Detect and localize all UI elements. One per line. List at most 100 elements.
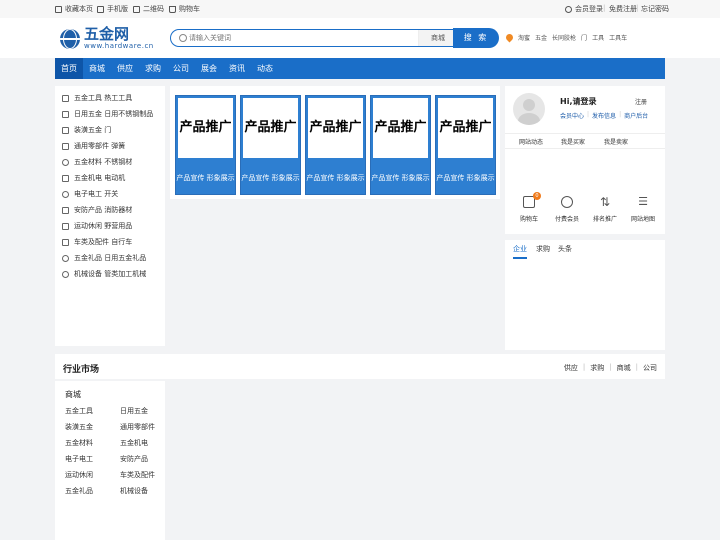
news-panel: 企业 求购 头条 — [505, 240, 665, 350]
category-item[interactable]: 机械设备 管类加工机械 — [62, 269, 146, 279]
tab-seller[interactable]: 我是卖家 — [604, 137, 628, 146]
category-item[interactable]: 五金工具 热工工具 — [62, 93, 132, 103]
ad-card[interactable]: 产品推广 产品宣传 形象展示 — [370, 95, 431, 195]
category-item[interactable]: 五金礼品 日用五金礼品 — [62, 253, 146, 263]
login-greeting[interactable]: Hi,请登录 — [560, 96, 596, 107]
tab-enterprise[interactable]: 企业 — [513, 244, 527, 259]
tab-site-news[interactable]: 网站动态 — [519, 137, 543, 146]
nav-exhibition[interactable]: 展会 — [195, 58, 223, 79]
ad-card[interactable]: 产品推广 产品宣传 形象展示 — [175, 95, 236, 195]
search-icon — [179, 34, 187, 42]
ad-title: 产品推广 — [373, 98, 428, 158]
hotword[interactable]: 五金 — [535, 33, 547, 42]
cart-link[interactable]: 购物车 — [169, 4, 200, 14]
vip-icon — [561, 196, 573, 208]
ad-card[interactable]: 产品推广 产品宣传 形象展示 — [305, 95, 366, 195]
search-category-select[interactable]: 商城 — [418, 30, 457, 46]
member-center-link[interactable]: 会员中心 — [560, 111, 584, 120]
publish-link[interactable]: 发布信息 — [592, 111, 616, 120]
hotword[interactable]: 工具 — [592, 33, 604, 42]
quick-paid-member[interactable]: 付费会员 — [549, 196, 585, 223]
favorite-link[interactable]: 收藏本页 — [55, 4, 93, 14]
nav-mall[interactable]: 商城 — [83, 58, 111, 79]
tab-buyer[interactable]: 我是买家 — [561, 137, 585, 146]
tab-headline[interactable]: 头条 — [558, 244, 572, 254]
user-panel: Hi,请登录 注册 会员中心 | 发布信息 | 商户后台 网站动态 我是买家 我… — [505, 86, 665, 234]
search-input[interactable] — [189, 32, 409, 44]
ad-card[interactable]: 产品推广 产品宣传 形象展示 — [435, 95, 496, 195]
shirt-icon — [62, 238, 69, 246]
nav-home[interactable]: 首页 — [55, 58, 83, 79]
mall-item[interactable]: 机械设备 — [120, 486, 148, 496]
mall-item[interactable]: 日用五金 — [120, 406, 148, 416]
mall-item[interactable]: 五金礼品 — [65, 486, 93, 496]
plug-icon — [62, 190, 69, 198]
market-link-purchase[interactable]: 求购 — [590, 363, 604, 373]
nav-purchase[interactable]: 求购 — [139, 58, 167, 79]
category-item[interactable]: 五金材料 不锈钢材 — [62, 157, 132, 167]
market-link-mall[interactable]: 商城 — [617, 363, 631, 373]
quick-cart[interactable]: 0 购物车 — [511, 192, 547, 223]
category-item[interactable]: 装潢五金 门 — [62, 125, 111, 135]
mall-item[interactable]: 装潢五金 — [65, 422, 93, 432]
category-item[interactable]: 车类及配件 自行车 — [62, 237, 132, 247]
category-item[interactable]: 电子电工 开关 — [62, 189, 118, 199]
login-link[interactable]: 会员登录 — [565, 4, 603, 14]
cart-count-badge: 0 — [533, 192, 541, 200]
gift-icon — [62, 254, 69, 262]
nav-company[interactable]: 公司 — [167, 58, 195, 79]
mall-item[interactable]: 五金机电 — [120, 438, 148, 448]
logo-subtitle: www.hardware.cn — [84, 42, 154, 50]
mall-item[interactable]: 通用零部件 — [120, 422, 155, 432]
quick-ranking[interactable]: ⇅ 排名推广 — [587, 196, 623, 223]
mobile-link[interactable]: 手机版 — [97, 4, 128, 14]
category-item[interactable]: 日用五金 日用不锈钢制品 — [62, 109, 153, 119]
qrcode-icon — [133, 5, 140, 13]
hotword[interactable]: 工具车 — [609, 33, 627, 42]
mall-item[interactable]: 安防产品 — [120, 454, 148, 464]
register-button[interactable]: 注册 — [635, 97, 647, 106]
mall-item[interactable]: 五金工具 — [65, 406, 93, 416]
hotword[interactable]: 淘蜜 — [518, 33, 530, 42]
ad-title: 产品推广 — [438, 98, 493, 158]
category-item[interactable]: 五金机电 电动机 — [62, 173, 125, 183]
register-link[interactable]: 免费注册 — [609, 4, 637, 14]
cart-icon — [169, 5, 176, 13]
gear-icon — [62, 142, 69, 150]
cart-icon: 0 — [523, 192, 541, 208]
category-item[interactable]: 安防产品 消防器材 — [62, 205, 132, 215]
hot-keywords: 淘蜜 五金 长同胶枪 门 工具 工具车 — [504, 32, 627, 43]
avatar[interactable] — [513, 93, 545, 125]
nav-dynamics[interactable]: 动态 — [251, 58, 279, 79]
nav-supply[interactable]: 供应 — [111, 58, 139, 79]
market-link-company[interactable]: 公司 — [643, 363, 657, 373]
mall-item[interactable]: 电子电工 — [65, 454, 93, 464]
mall-item[interactable]: 运动休闲 — [65, 470, 93, 480]
sort-icon: ⇅ — [599, 195, 611, 209]
forgot-password-link[interactable]: 忘记密码 — [641, 4, 669, 14]
ad-title: 产品推广 — [243, 98, 298, 158]
mall-item[interactable]: 五金材料 — [65, 438, 93, 448]
category-item[interactable]: 通用零部件 弹簧 — [62, 141, 125, 151]
market-link-supply[interactable]: 供应 — [564, 363, 578, 373]
bookmark-icon — [55, 5, 62, 13]
mall-item[interactable]: 车类及配件 — [120, 470, 155, 480]
ad-subtitle: 产品宣传 形象展示 — [241, 173, 300, 182]
site-logo[interactable]: 五金网 www.hardware.cn — [60, 27, 154, 50]
market-links: 供应 | 求购 | 商城 | 公司 — [564, 363, 657, 373]
banner-ads: 产品推广 产品宣传 形象展示 产品推广 产品宣传 形象展示 产品推广 产品宣传 … — [170, 86, 500, 199]
merchant-backend-link[interactable]: 商户后台 — [624, 111, 648, 120]
hotword[interactable]: 门 — [581, 33, 587, 42]
qrcode-link[interactable]: 二维码 — [133, 4, 164, 14]
nav-news[interactable]: 资讯 — [223, 58, 251, 79]
industry-market-header: 行业市场 供应 | 求购 | 商城 | 公司 — [55, 354, 665, 379]
search-button[interactable]: 搜 索 — [453, 28, 499, 48]
quick-sitemap[interactable]: ☰ 网站地图 — [625, 196, 661, 224]
globe-icon — [60, 28, 80, 49]
hotword[interactable]: 长同胶枪 — [552, 33, 576, 42]
ad-subtitle: 产品宣传 形象展示 — [176, 173, 235, 182]
ad-subtitle: 产品宣传 形象展示 — [436, 173, 495, 182]
tab-purchase[interactable]: 求购 — [536, 244, 550, 254]
category-item[interactable]: 运动休闲 野营用品 — [62, 221, 132, 231]
ad-card[interactable]: 产品推广 产品宣传 形象展示 — [240, 95, 301, 195]
